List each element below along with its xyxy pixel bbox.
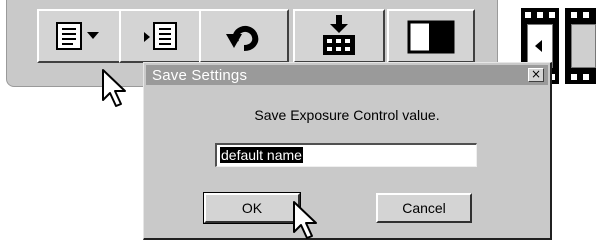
- cancel-button[interactable]: Cancel: [376, 193, 472, 223]
- load-settings-button[interactable]: [119, 9, 201, 63]
- compare-button[interactable]: [387, 9, 475, 63]
- previous-frame-icon: [535, 40, 542, 52]
- save-settings-dialog: Save Settings × Save Exposure Control va…: [143, 62, 552, 240]
- dialog-message: Save Exposure Control value.: [254, 107, 440, 123]
- filmstrip-right[interactable]: [565, 8, 596, 84]
- dialog-titlebar[interactable]: Save Settings ×: [146, 65, 548, 85]
- before-after-icon: [407, 20, 455, 54]
- close-button[interactable]: ×: [528, 68, 544, 82]
- mouse-cursor-icon: [102, 69, 126, 107]
- undo-button[interactable]: [199, 9, 289, 63]
- document-dropdown-icon: [56, 22, 99, 50]
- settings-name-input[interactable]: default name: [215, 143, 477, 167]
- load-document-icon: [144, 22, 177, 50]
- save-image-button[interactable]: [293, 9, 385, 63]
- ok-button[interactable]: OK: [203, 192, 301, 224]
- undo-arrow-icon: [226, 25, 259, 51]
- dialog-title: Save Settings: [152, 66, 248, 84]
- download-grid-icon: [323, 15, 355, 55]
- save-settings-menu-button[interactable]: [37, 9, 121, 63]
- selected-input-text: default name: [220, 147, 303, 163]
- mouse-cursor-icon: [293, 201, 317, 239]
